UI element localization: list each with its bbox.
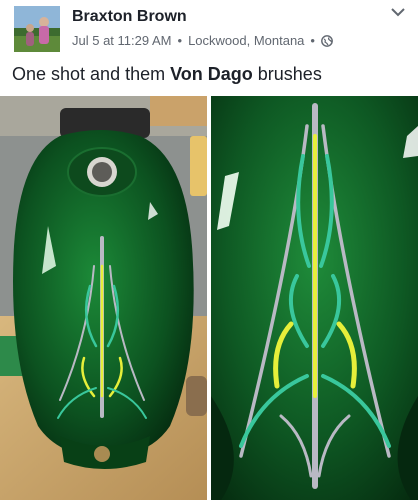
chevron-down-icon[interactable]	[390, 6, 406, 18]
meta-separator: •	[310, 33, 315, 48]
avatar[interactable]	[14, 6, 60, 52]
post-meta: Jul 5 at 11:29 AM • Lockwood, Montana •	[72, 33, 333, 48]
globe-icon[interactable]	[321, 34, 333, 47]
pinstripe-closeup-image	[211, 96, 418, 500]
post-text-end: brushes	[252, 64, 322, 84]
post-header: Braxton Brown Jul 5 at 11:29 AM • Lockwo…	[0, 0, 418, 60]
avatar-image	[14, 6, 60, 52]
photo-tank-full[interactable]	[0, 96, 207, 500]
post-timestamp[interactable]: Jul 5 at 11:29 AM	[72, 33, 172, 48]
meta-separator: •	[177, 33, 183, 48]
tank-full-image	[0, 96, 207, 500]
post-location[interactable]: Lockwood, Montana	[188, 33, 304, 48]
photo-pinstripe-closeup[interactable]	[211, 96, 418, 500]
post-text-bold: Von Dago	[170, 64, 253, 84]
author-name[interactable]: Braxton Brown	[72, 8, 187, 26]
post-text: One shot and them Von Dago brushes	[12, 64, 322, 85]
post-text-start: One shot and them	[12, 64, 171, 84]
